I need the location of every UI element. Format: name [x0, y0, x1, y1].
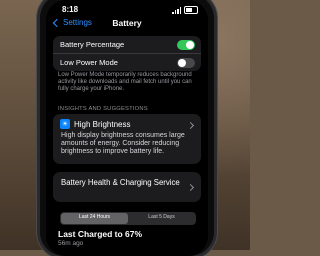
insight-card-header: ☀ High Brightness [53, 114, 201, 132]
insight-card[interactable]: ☀ High Brightness High display brightnes… [53, 114, 201, 164]
insight-title: High Brightness [74, 119, 131, 129]
phone-screen: 8:18 Settings Battery Battery Percentage… [46, 0, 208, 256]
low-power-note: Low Power Mode temporarily reduces backg… [58, 72, 192, 93]
last-charged-ago: 56m ago [58, 240, 84, 247]
status-bar: 8:18 [46, 3, 208, 17]
toggles-group: Battery Percentage Low Power Mode [53, 36, 201, 71]
status-icons [172, 6, 198, 14]
range-segmented-control: Last 24 Hours Last 5 Days [60, 212, 196, 225]
signal-icon [172, 7, 181, 14]
sun-icon: ☀ [60, 119, 70, 129]
dynamic-island [104, 3, 144, 14]
battery-percentage-label: Battery Percentage [60, 40, 125, 49]
battery-percentage-toggle[interactable] [177, 39, 195, 50]
low-power-mode-label: Low Power Mode [60, 58, 118, 67]
nav-bar: Settings Battery [52, 18, 200, 32]
battery-percentage-row: Battery Percentage [53, 36, 201, 53]
health-charging-label: Battery Health & Charging Service [61, 178, 180, 187]
battery-icon [184, 6, 198, 14]
tab-last-5-days[interactable]: Last 5 Days [128, 213, 195, 224]
insights-header: INSIGHTS AND SUGGESTIONS [58, 106, 148, 112]
insight-body: High display brightness consumes large a… [61, 132, 185, 156]
low-power-mode-toggle[interactable] [177, 57, 195, 68]
low-power-mode-row: Low Power Mode [53, 53, 201, 71]
health-charging-link[interactable]: Battery Health & Charging Service [53, 172, 201, 202]
status-time: 8:18 [62, 5, 79, 14]
tab-last-24-hours[interactable]: Last 24 Hours [61, 213, 128, 224]
page-title: Battery [112, 18, 142, 28]
last-charged-title: Last Charged to 67% [58, 229, 143, 239]
